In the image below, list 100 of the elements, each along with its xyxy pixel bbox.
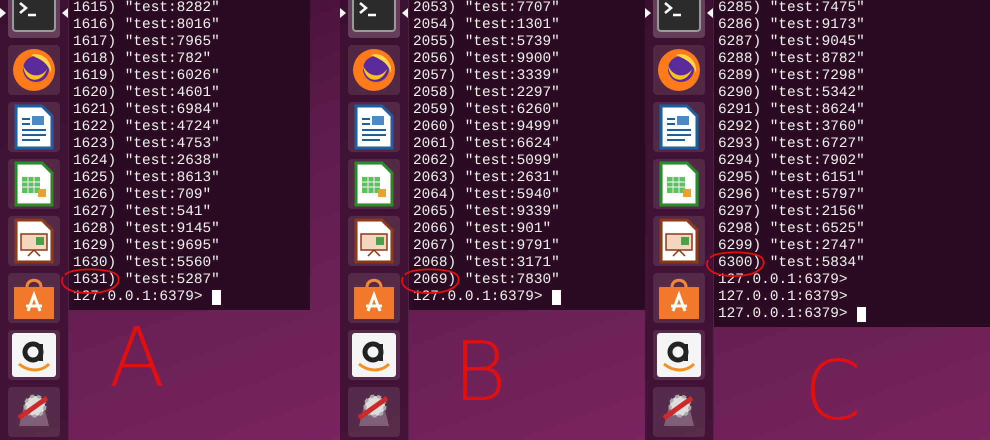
launcher-item[interactable] [653,216,705,266]
line-number: 6298) [718,221,762,238]
document-icon [14,104,54,150]
output-value: "test:6525" [770,221,865,238]
line-number: 2069) [413,272,456,289]
launcher-item[interactable] [348,387,400,437]
line-number: 6292) [718,119,762,136]
amazon-icon [11,332,57,378]
line-number: 6285) [718,0,762,17]
line-number: 2067) [413,238,456,255]
line-number: 1626) [73,187,116,204]
output-value: "test:9145" [124,221,220,238]
command-prompt: 127.0.0.1:6379> [413,289,543,306]
launcher-item[interactable] [8,273,60,323]
launcher-item[interactable] [8,45,60,95]
output-value: "test:9045" [770,34,865,51]
output-value: "test:5560" [124,255,220,272]
output-value: "test:8613" [124,170,220,187]
launcher-item[interactable] [8,102,60,152]
output-value: "test:5739" [464,34,560,51]
command-prompt: 127.0.0.1:6379> [718,306,848,323]
line-number: 1623) [73,136,116,153]
output-value: "test:8782" [770,51,865,68]
launcher-item[interactable] [348,216,400,266]
browser-icon [656,47,702,93]
document-icon [354,104,394,150]
browser-icon [11,47,57,93]
output-value: "test:2631" [464,170,560,187]
line-number: 6296) [718,187,762,204]
line-number: 1627) [73,204,116,221]
output-value: "test:8282" [124,0,220,17]
line-number: 1621) [73,102,116,119]
line-number: 2056) [413,51,456,68]
line-number: 2057) [413,68,456,85]
output-value: "test:7707" [464,0,560,17]
line-number: 6291) [718,102,762,119]
output-value: "test:2747" [770,238,865,255]
output-value: "test:541" [124,204,212,221]
output-value: "test:709" [124,187,212,204]
output-value: "test:5940" [464,187,560,204]
command-prompt: 127.0.0.1:6379> [73,289,203,306]
launcher-item[interactable] [348,159,400,209]
launcher-item[interactable] [348,273,400,323]
output-value: "test:7830" [464,272,560,289]
amazon-icon [656,332,702,378]
line-number: 2065) [413,204,456,221]
output-value: "test:7298" [770,68,865,85]
output-value: "test:6624" [464,136,560,153]
output-value: "test:9173" [770,17,865,34]
launcher-item[interactable] [348,330,400,380]
spreadsheet-icon [14,161,54,207]
output-value: "test:1301" [464,17,560,34]
output-value: "test:3339" [464,68,560,85]
output-value: "test:2297" [464,85,560,102]
launcher-item[interactable] [653,45,705,95]
output-value: "test:6151" [770,170,865,187]
launcher-item[interactable] [348,45,400,95]
line-number: 6294) [718,153,762,170]
launcher-item[interactable] [348,102,400,152]
output-value: "test:6727" [770,136,865,153]
output-value: "test:3760" [770,119,865,136]
line-number: 6300) [718,255,762,272]
line-number: 1618) [73,51,116,68]
line-number: 2061) [413,136,456,153]
output-value: "test:6026" [124,68,220,85]
output-value: "test:9900" [464,51,560,68]
presentation-icon [14,218,54,264]
line-number: 1628) [73,221,116,238]
launcher-item[interactable] [653,387,705,437]
launcher-item[interactable] [653,330,705,380]
output-value: "test:3171" [464,255,560,272]
line-number: 2054) [413,17,456,34]
line-number: 6297) [718,204,762,221]
output-value: "test:5287" [124,272,220,289]
launcher-item[interactable] [653,102,705,152]
output-value: "test:7965" [124,34,220,51]
output-value: "test:4724" [124,119,220,136]
line-number: 2059) [413,102,456,119]
presentation-icon [354,218,394,264]
command-prompt: 127.0.0.1:6379> [718,272,848,289]
launcher-item[interactable] [653,273,705,323]
line-number: 2064) [413,187,456,204]
launcher-item[interactable] [653,159,705,209]
handwritten-label: A [109,318,166,400]
handwritten-label: C [804,351,862,433]
command-prompt: 127.0.0.1:6379> [718,289,848,306]
presentation-icon [659,218,699,264]
launcher-item[interactable] [8,159,60,209]
launcher-item[interactable] [8,330,60,380]
line-number: 1620) [73,85,116,102]
output-value: "test:6260" [464,102,560,119]
line-number: 2062) [413,153,456,170]
launcher-item[interactable] [8,387,60,437]
line-number: 6286) [718,17,762,34]
line-number: 6289) [718,68,762,85]
output-value: "test:5099" [464,153,560,170]
line-number: 6293) [718,136,762,153]
launcher-item[interactable] [8,216,60,266]
line-number: 6290) [718,85,762,102]
output-value: "test:782" [124,51,212,68]
